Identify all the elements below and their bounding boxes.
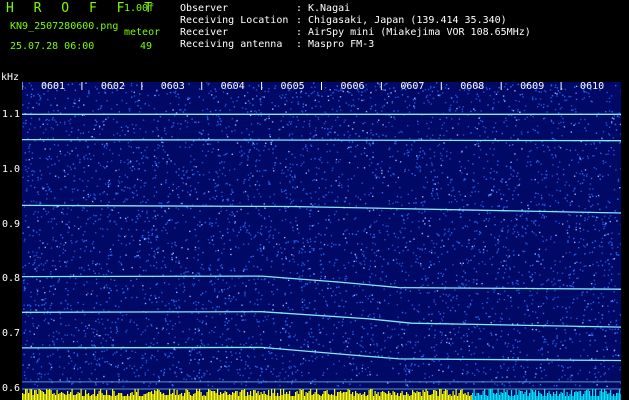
x-tick-label: 0610 [580, 81, 605, 92]
info-separator: : [296, 39, 303, 50]
y-axis-unit-label: kHz [1, 72, 20, 83]
x-tick-label: 0607 [400, 81, 425, 92]
info-separator: : [296, 27, 303, 38]
hrofft-window: H R O F F T 1.00f KN9_2507280600.png met… [0, 0, 629, 400]
y-tick-label: 1.1 [2, 108, 21, 120]
x-tick-label: 0606 [340, 81, 365, 92]
info-value-receiver: AirSpy mini (Miakejima VOR 108.65MHz) [308, 27, 531, 38]
info-label-receiver: Receiver [180, 27, 229, 38]
info-value-observer: K.Nagai [308, 3, 351, 14]
y-tick-label: 0.7 [2, 328, 21, 340]
x-tick-label: 0609 [520, 81, 545, 92]
spectrogram-plot [22, 82, 621, 400]
x-tick-label: 0604 [220, 81, 245, 92]
info-separator: : [296, 3, 303, 14]
datetime-label: 25.07.28 06:00 [10, 41, 95, 52]
x-tick-label: 0605 [280, 81, 305, 92]
info-value-location: Chigasaki, Japan (139.414 35.340) [308, 15, 507, 26]
info-value-antenna: Maspro FM-3 [308, 39, 375, 50]
meteor-count: 49 [140, 41, 153, 52]
y-tick-label: 0.6 [2, 383, 21, 395]
x-tick-label: 0602 [100, 81, 125, 92]
x-tick-label: 0608 [460, 81, 485, 92]
meteor-label: meteor [124, 27, 161, 38]
info-label-location: Receiving Location [180, 15, 289, 26]
x-tick-label: 0603 [160, 81, 185, 92]
y-tick-label: 0.8 [2, 273, 21, 285]
y-tick-label: 1.0 [2, 163, 21, 175]
y-tick-label: 0.9 [2, 218, 21, 230]
version-label: 1.00f [124, 3, 155, 14]
x-tick-label: 0601 [40, 81, 66, 92]
info-label-antenna: Receiving antenna [180, 39, 283, 50]
info-label-observer: Observer [180, 3, 229, 14]
info-separator: : [296, 15, 303, 26]
filename-label: KN9_2507280600.png [10, 21, 119, 32]
